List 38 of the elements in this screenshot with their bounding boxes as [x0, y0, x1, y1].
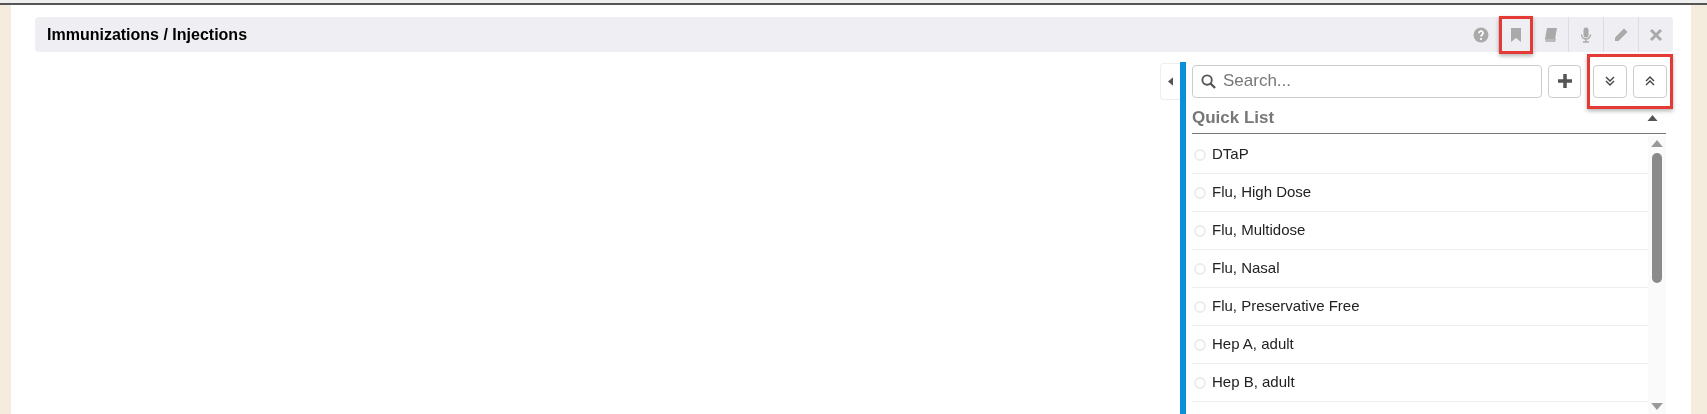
item-label: Flu, Preservative Free [1212, 296, 1360, 317]
quick-list-item[interactable]: Hep A, adult [1192, 326, 1648, 364]
quick-list-item[interactable]: DTaP [1192, 136, 1648, 174]
help-icon [1473, 26, 1489, 43]
caret-left-icon [1168, 77, 1173, 86]
toolbar-button[interactable] [1499, 15, 1533, 54]
item-label: Flu, Nasal [1212, 258, 1280, 279]
item-label: Hep B, adult [1212, 372, 1295, 393]
book-icon [1543, 26, 1559, 43]
microphone-icon [1578, 26, 1594, 43]
search-field[interactable]: Search... [1192, 64, 1543, 98]
sort-caret-icon[interactable] [1647, 114, 1658, 121]
item-label: Flu, Multidose [1212, 220, 1306, 241]
collapse-panel-button[interactable] [1160, 63, 1180, 100]
close-icon [1648, 26, 1664, 43]
quick-list-item[interactable]: Flu, Preservative Free [1192, 288, 1648, 326]
quick-list-title: Quick List [1192, 106, 1275, 129]
expand-all-button[interactable] [1593, 64, 1627, 98]
double-chevron-up-icon [1644, 75, 1656, 87]
bookmark-icon [1508, 26, 1524, 43]
item-label: DTaP [1212, 144, 1249, 165]
scroll-down-icon[interactable] [1651, 403, 1663, 410]
panel-title: Immunizations / Injections [47, 24, 249, 45]
scroll-up-icon[interactable] [1651, 140, 1663, 147]
quick-list-item[interactable]: Hep B, adult [1192, 364, 1648, 402]
double-chevron-down-icon [1604, 75, 1616, 87]
scrollbar[interactable] [1648, 136, 1666, 414]
scrollbar-thumb[interactable] [1652, 153, 1662, 283]
pencil-icon [1613, 26, 1629, 43]
quick-list-item[interactable]: Flu, Multidose [1192, 212, 1648, 250]
item-label: Flu, High Dose [1212, 182, 1312, 203]
quick-list-item[interactable]: Flu, Nasal [1192, 250, 1648, 288]
search-icon [1201, 73, 1216, 89]
add-button[interactable] [1548, 64, 1581, 98]
collapse-all-button[interactable] [1633, 64, 1667, 98]
item-label: Hep A, adult [1212, 334, 1294, 355]
quick-list-item[interactable]: Flu, High Dose [1192, 174, 1648, 212]
plus-icon [1556, 73, 1573, 89]
